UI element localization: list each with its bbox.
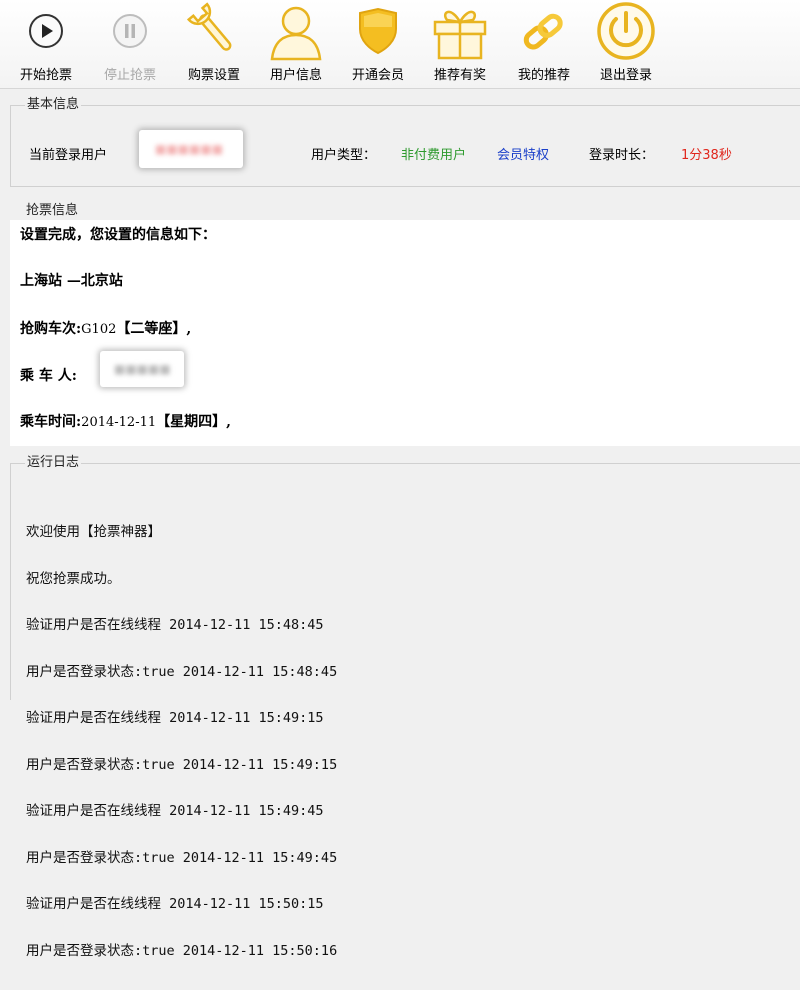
ticket-train-line: 抢购车次:G102【二等座】, bbox=[20, 318, 191, 338]
user-info-button[interactable]: 用户信息 bbox=[258, 0, 334, 86]
log-line: 验证用户是否在线线程 2014-12-11 15:50:15 bbox=[26, 896, 324, 912]
open-vip-label: 开通会员 bbox=[351, 68, 404, 83]
date-label: 乘车时间: bbox=[20, 414, 82, 430]
power-icon bbox=[597, 2, 655, 60]
logout-label: 退出登录 bbox=[599, 68, 652, 83]
open-vip-button[interactable]: 开通会员 bbox=[340, 0, 416, 86]
passenger-value-redacted: ■■■■■ bbox=[100, 351, 184, 387]
link-icon bbox=[523, 13, 563, 50]
ticket-info-panel: 设置完成，您设置的信息如下： 上海站 —北京站 抢购车次:G102【二等座】, … bbox=[10, 220, 800, 446]
pause-icon bbox=[113, 14, 147, 48]
stop-grab-label: 停止抢票 bbox=[103, 68, 156, 83]
log-line: 验证用户是否在线线程 2014-12-11 15:49:45 bbox=[26, 803, 324, 819]
run-log-text: 欢迎使用【抢票神器】 祝您抢票成功。 验证用户是否在线线程 2014-12-11… bbox=[26, 494, 337, 990]
login-duration-label: 登录时长： bbox=[589, 148, 655, 163]
ticket-route: 上海站 —北京站 bbox=[20, 273, 123, 289]
vip-privilege-link[interactable]: 会员特权 bbox=[497, 144, 549, 163]
user-type-value: 非付费用户 bbox=[401, 148, 467, 163]
log-line: 祝您抢票成功。 bbox=[26, 570, 121, 587]
date-weekday: 【星期四】, bbox=[156, 414, 231, 430]
play-icon bbox=[29, 14, 63, 48]
current-user-value-redacted: ■■■■■■ bbox=[139, 130, 243, 168]
date-value: 2014-12-11 bbox=[81, 415, 157, 430]
stop-grab-button[interactable]: 停止抢票 bbox=[94, 0, 166, 86]
passenger-label: 乘 车 人: bbox=[20, 368, 77, 384]
user-icon bbox=[270, 6, 322, 61]
shield-icon bbox=[359, 7, 397, 55]
log-line: 用户是否登录状态:true 2014-12-11 15:49:15 bbox=[26, 756, 338, 773]
train-value: G102 bbox=[81, 322, 117, 337]
log-line: 验证用户是否在线线程 2014-12-11 15:49:15 bbox=[26, 710, 324, 726]
train-label: 抢购车次: bbox=[20, 321, 82, 337]
user-type-label: 用户类型： bbox=[311, 148, 377, 163]
run-log-title: 运行日志 bbox=[25, 455, 82, 471]
toolbar: 开始抢票 停止抢票 购票设置 用户信息 开通会员 推荐有奖 我的推荐 退出登录 bbox=[0, 0, 800, 89]
login-duration-value: 1分38秒 bbox=[681, 148, 732, 163]
log-line: 用户是否登录状态:true 2014-12-11 15:48:45 bbox=[26, 663, 338, 680]
current-user-label: 当前登录用户 bbox=[29, 148, 108, 163]
logout-button[interactable]: 退出登录 bbox=[588, 0, 664, 86]
my-referrals-button[interactable]: 我的推荐 bbox=[506, 0, 582, 86]
ticket-info-group: 抢票信息 设置完成，您设置的信息如下： 上海站 —北京站 抢购车次:G102【二… bbox=[10, 203, 800, 446]
run-log-group: 运行日志 欢迎使用【抢票神器】 祝您抢票成功。 验证用户是否在线线程 2014-… bbox=[10, 455, 800, 958]
gift-icon bbox=[433, 10, 487, 60]
start-grab-button[interactable]: 开始抢票 bbox=[10, 0, 82, 86]
log-line: 用户是否登录状态:true 2014-12-11 15:49:45 bbox=[26, 849, 338, 866]
wrench-icon bbox=[186, 2, 232, 51]
referral-reward-label: 推荐有奖 bbox=[433, 68, 486, 83]
ticket-date-line: 乘车时间:2014-12-11【星期四】, bbox=[20, 411, 231, 431]
referral-reward-button[interactable]: 推荐有奖 bbox=[422, 0, 498, 86]
log-line: 用户是否登录状态:true 2014-12-11 15:50:16 bbox=[26, 942, 338, 959]
log-line: 欢迎使用【抢票神器】 bbox=[26, 524, 161, 540]
ticket-info-title: 抢票信息 bbox=[24, 203, 81, 219]
ticket-passenger-line: 乘 车 人: bbox=[20, 365, 77, 385]
train-seat: 【二等座】, bbox=[116, 321, 192, 337]
basic-info-group: 基本信息 当前登录用户 ■■■■■■ 用户类型： 非付费用户 会员特权 登录时长… bbox=[10, 97, 800, 187]
my-referrals-label: 我的推荐 bbox=[517, 68, 570, 83]
start-grab-label: 开始抢票 bbox=[19, 68, 72, 83]
ticket-settings-label: 购票设置 bbox=[187, 68, 240, 83]
basic-info-title: 基本信息 bbox=[25, 97, 82, 113]
ticket-settings-button[interactable]: 购票设置 bbox=[176, 0, 252, 86]
log-line: 验证用户是否在线线程 2014-12-11 15:48:45 bbox=[26, 617, 324, 633]
ticket-intro: 设置完成，您设置的信息如下： bbox=[20, 227, 216, 243]
user-info-label: 用户信息 bbox=[269, 68, 322, 83]
